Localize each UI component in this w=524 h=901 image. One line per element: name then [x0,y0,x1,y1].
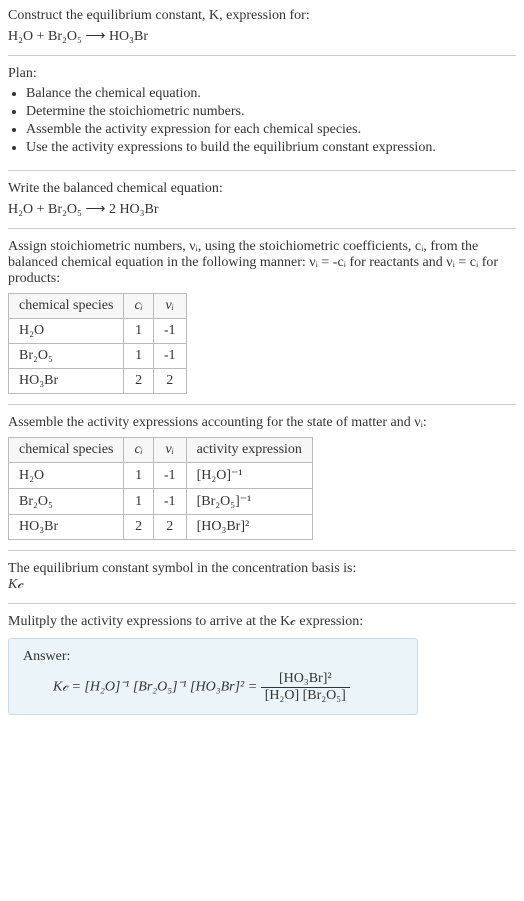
stoich-table: chemical species cᵢ νᵢ H₂O 1 -1 Br₂O₅ 1 … [8,293,187,394]
cell-vi: 2 [153,515,186,540]
col-expr: activity expression [186,438,312,463]
cell-ci: 2 [124,369,153,394]
balanced-section: Write the balanced chemical equation: H₂… [8,181,516,229]
col-vi: νᵢ [153,438,186,463]
balanced-equation: H₂O + Br₂O₅ ⟶ 2 HO₃Br [8,201,516,218]
cell-vi: -1 [153,489,186,515]
col-vi: νᵢ [153,294,186,319]
intro-equation: H₂O + Br₂O₅ ⟶ HO₃Br [8,28,516,45]
balanced-heading: Write the balanced chemical equation: [8,181,516,197]
cell-vi: -1 [153,344,186,369]
table-header-row: chemical species cᵢ νᵢ activity expressi… [9,438,313,463]
plan-item: Assemble the activity expression for eac… [26,122,516,138]
symbol-value: K𝒸 [8,577,516,593]
answer-label: Answer: [23,649,403,665]
activity-text: Assemble the activity expressions accoun… [8,415,516,431]
intro-section: Construct the equilibrium constant, K, e… [8,8,516,56]
col-species: chemical species [9,438,124,463]
cell-species: Br₂O₅ [9,489,124,515]
plan-item: Use the activity expressions to build th… [26,140,516,156]
table-row: HO₃Br 2 2 [HO₃Br]² [9,515,313,540]
table-header-row: chemical species cᵢ νᵢ [9,294,187,319]
cell-ci: 1 [124,344,153,369]
cell-ci: 2 [124,515,153,540]
stoich-text: Assign stoichiometric numbers, νᵢ, using… [8,239,516,287]
cell-vi: -1 [153,463,186,489]
answer-numerator: [HO₃Br]² [261,671,350,688]
table-row: Br₂O₅ 1 -1 [9,344,187,369]
cell-ci: 1 [124,463,153,489]
answer-fraction: [HO₃Br]² [H₂O] [Br₂O₅] [261,671,350,704]
activity-table: chemical species cᵢ νᵢ activity expressi… [8,437,313,540]
symbol-section: The equilibrium constant symbol in the c… [8,561,516,604]
cell-ci: 1 [124,489,153,515]
cell-expr: [HO₃Br]² [186,515,312,540]
intro-line: Construct the equilibrium constant, K, e… [8,8,516,24]
col-species: chemical species [9,294,124,319]
answer-lhs: K𝒸 = [H₂O]⁻¹ [Br₂O₅]⁻¹ [HO₃Br]² = [53,680,257,695]
table-row: Br₂O₅ 1 -1 [Br₂O₅]⁻¹ [9,489,313,515]
answer-denominator: [H₂O] [Br₂O₅] [261,688,350,704]
cell-species: HO₃Br [9,369,124,394]
table-row: H₂O 1 -1 [H₂O]⁻¹ [9,463,313,489]
stoich-section: Assign stoichiometric numbers, νᵢ, using… [8,239,516,405]
cell-species: Br₂O₅ [9,344,124,369]
cell-expr: [H₂O]⁻¹ [186,463,312,489]
cell-vi: -1 [153,319,186,344]
plan-section: Plan: Balance the chemical equation. Det… [8,66,516,171]
col-ci: cᵢ [124,438,153,463]
cell-ci: 1 [124,319,153,344]
multiply-section: Mulitply the activity expressions to arr… [8,614,516,725]
table-row: HO₃Br 2 2 [9,369,187,394]
answer-expression: K𝒸 = [H₂O]⁻¹ [Br₂O₅]⁻¹ [HO₃Br]² = [HO₃Br… [23,671,403,704]
cell-expr: [Br₂O₅]⁻¹ [186,489,312,515]
cell-species: H₂O [9,319,124,344]
answer-box: Answer: K𝒸 = [H₂O]⁻¹ [Br₂O₅]⁻¹ [HO₃Br]² … [8,638,418,715]
col-ci: cᵢ [124,294,153,319]
cell-species: H₂O [9,463,124,489]
plan-list: Balance the chemical equation. Determine… [8,86,516,156]
table-row: H₂O 1 -1 [9,319,187,344]
plan-item: Determine the stoichiometric numbers. [26,104,516,120]
multiply-text: Mulitply the activity expressions to arr… [8,614,516,630]
activity-section: Assemble the activity expressions accoun… [8,415,516,551]
symbol-text: The equilibrium constant symbol in the c… [8,561,516,577]
cell-vi: 2 [153,369,186,394]
plan-item: Balance the chemical equation. [26,86,516,102]
cell-species: HO₃Br [9,515,124,540]
plan-heading: Plan: [8,66,516,82]
